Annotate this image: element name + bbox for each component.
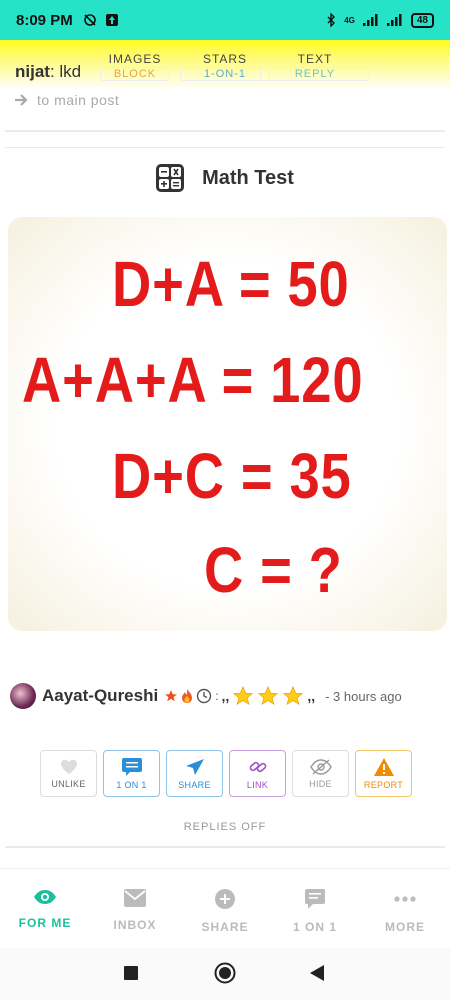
signal-icon-2 [386,14,402,26]
user-name[interactable]: nijat: lkd [15,62,81,82]
puzzle-line: A+A+A = 120 [22,344,364,416]
fire-icon [182,689,193,703]
puzzle-line: D+A = 50 [112,248,350,320]
action-row: UNLIKE 1 ON 1 SHARE LINK HIDE REPORT [40,750,412,797]
star-rating-icon [233,685,254,706]
divider [5,130,445,132]
system-nav-bar [0,948,450,1000]
link-action-button[interactable]: LINK [229,750,286,797]
chat-bubble-icon [305,889,325,909]
arrow-right-icon [15,94,28,106]
recents-button-icon[interactable] [124,966,138,980]
back-to-main-post-link[interactable]: to main post [15,92,119,108]
post-image[interactable]: D+A = 50 A+A+A = 120 D+C = 35 C = ? [8,217,447,631]
star-rating-icon [258,685,279,706]
signal-icon [362,14,378,26]
star-badge-icon [165,690,178,702]
nav-share[interactable]: SHARE [180,889,270,934]
nav-inbox[interactable]: INBOX [90,889,180,932]
unlike-button[interactable]: UNLIKE [40,750,97,797]
heart-icon [60,759,77,774]
link-icon [249,761,266,772]
divider [5,147,445,148]
tab-text[interactable]: TEXT REPLY [260,52,370,81]
one-on-one-action-button[interactable]: 1 ON 1 [103,750,160,797]
app-notification-icon [105,14,118,26]
hide-button[interactable]: HIDE [292,750,349,797]
plus-circle-icon [215,889,235,909]
puzzle-line: C = ? [204,534,343,606]
block-button[interactable]: BLOCK [100,67,170,81]
report-button[interactable]: REPORT [355,750,412,797]
replies-status: REPLIES OFF [183,821,267,833]
nav-more[interactable]: MORE [360,889,450,934]
author-name[interactable]: Aayat-Qureshi [42,686,158,706]
post-time: - 3 hours ago [325,688,402,704]
back-button-icon[interactable] [310,965,324,981]
star-rating-icon [283,685,304,706]
eye-off-icon [309,758,332,775]
bottom-nav: FOR ME INBOX SHARE 1 ON 1 MORE [0,868,450,948]
author-row: Aayat-Qureshi : ,, ,, - 3 hours ago [10,683,402,709]
puzzle-line: D+C = 35 [112,440,352,512]
status-bar: 8:09 PM 4G 48 [0,0,450,40]
post-title: Math Test [0,164,450,192]
battery-indicator: 48 [410,12,434,28]
avatar[interactable] [10,683,36,709]
tab-stars[interactable]: STARS 1-ON-1 [180,52,270,81]
nav-for-me[interactable]: FOR ME [0,889,90,930]
chat-icon [121,757,142,776]
status-time: 8:09 PM [16,11,73,29]
one-on-one-button[interactable]: 1-ON-1 [180,67,270,81]
more-icon [394,896,416,902]
send-icon [185,758,204,775]
reply-button[interactable]: REPLY [260,67,370,81]
eye-icon [34,890,56,904]
divider [5,846,445,848]
clock-icon [197,688,212,704]
top-tabs: IMAGES BLOCK STARS 1-ON-1 TEXT REPLY [100,52,445,82]
bluetooth-icon [327,13,336,27]
home-button-icon[interactable] [214,962,236,984]
tab-images[interactable]: IMAGES BLOCK [100,52,170,81]
nav-one-on-one[interactable]: 1 ON 1 [270,889,360,934]
sync-off-icon [83,14,96,26]
warning-icon [373,757,394,776]
network-type: 4G [344,15,355,25]
mail-icon [124,889,146,907]
share-action-button[interactable]: SHARE [166,750,223,797]
calculator-icon [156,164,185,192]
